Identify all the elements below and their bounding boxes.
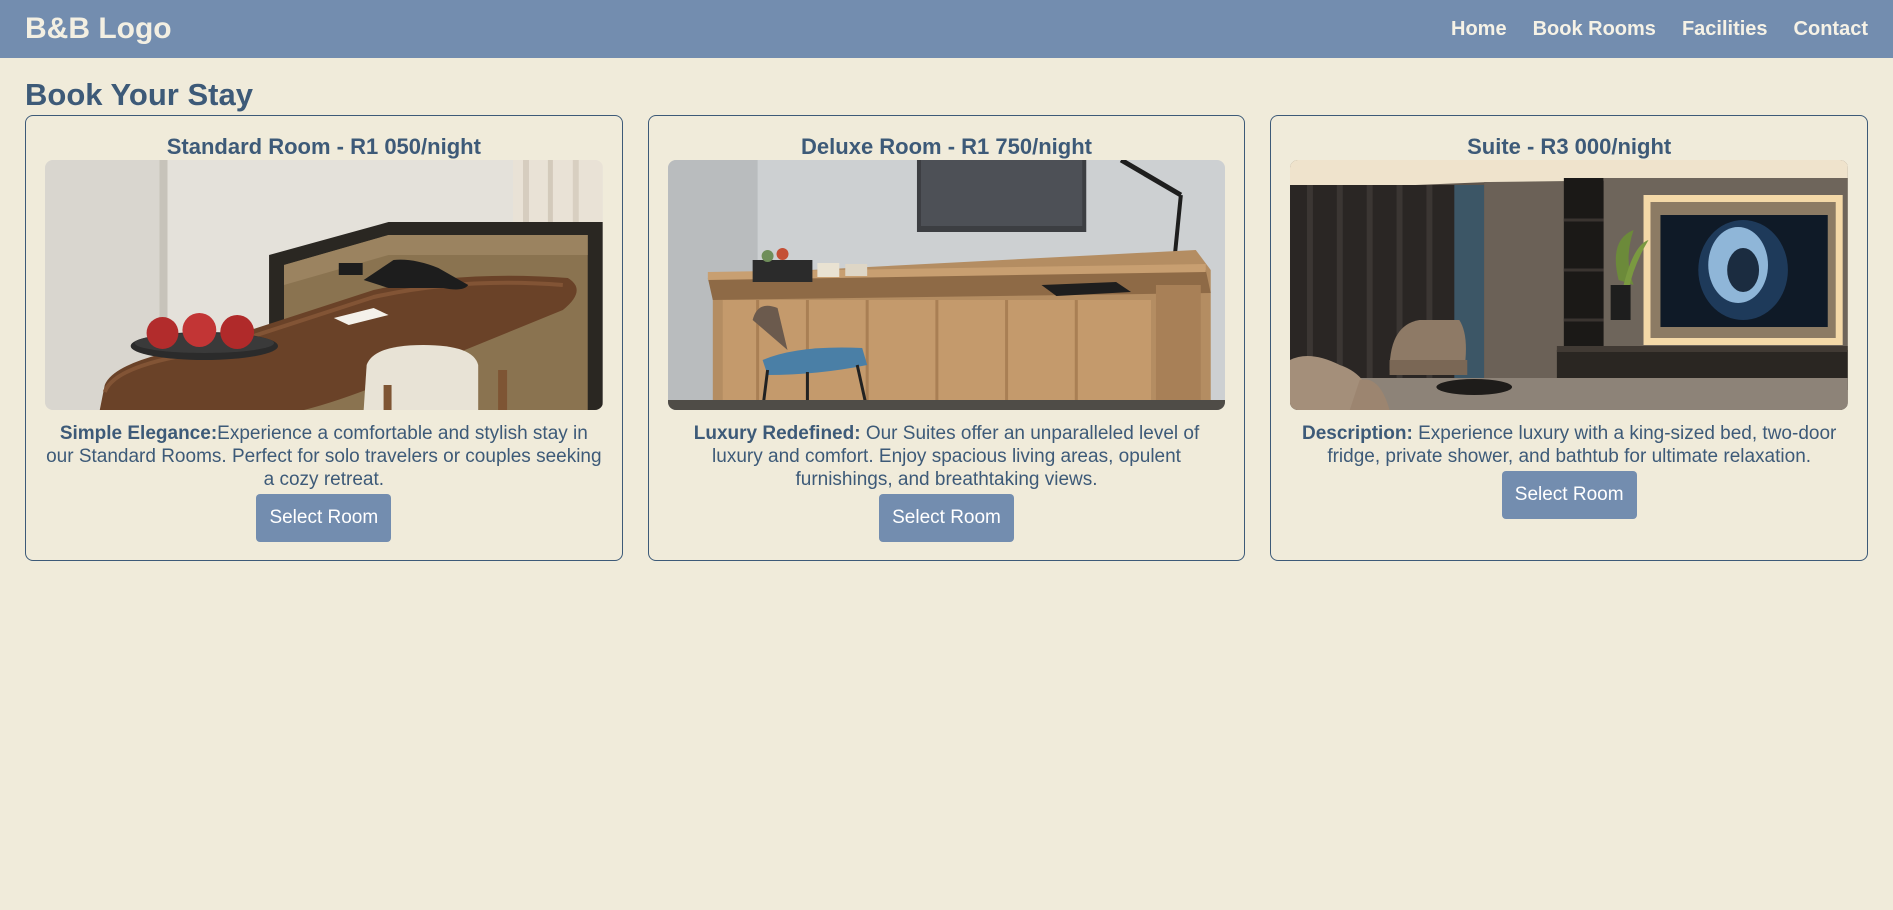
room-description-label: Simple Elegance:	[59, 423, 218, 444]
room-card-suite: Suite - R3 000/night Description: Experi…	[1270, 115, 1869, 561]
room-image-deluxe	[667, 160, 1226, 410]
select-room-button-standard[interactable]: Select Room	[256, 494, 392, 542]
select-room-button-suite[interactable]: Select Room	[1501, 471, 1637, 519]
nav-link-book-rooms[interactable]: Book Rooms	[1533, 18, 1656, 41]
room-title: Standard Room - R1 050/night	[166, 134, 481, 159]
room-card-deluxe: Deluxe Room - R1 750/night Luxury Redefi…	[647, 115, 1246, 561]
nav-link-facilities[interactable]: Facilities	[1682, 18, 1768, 41]
select-room-button-deluxe[interactable]: Select Room	[879, 494, 1014, 542]
nav-link-home[interactable]: Home	[1451, 18, 1507, 41]
nav-links: Home Book Rooms Facilities Contact	[1451, 18, 1868, 41]
navbar: B&B Logo Home Book Rooms Facilities Cont…	[0, 0, 1893, 58]
room-card-standard: Standard Room - R1 050/night Simple Eleg…	[25, 115, 623, 561]
room-description: Description: Experience luxury with a ki…	[1290, 422, 1848, 468]
page-title: Book Your Stay	[25, 77, 253, 112]
room-image-suite	[1290, 160, 1849, 410]
room-description-label: Description:	[1302, 423, 1413, 444]
room-title: Deluxe Room - R1 750/night	[801, 134, 1092, 159]
room-description: Luxury Redefined: Our Suites offer an un…	[668, 422, 1226, 491]
room-title: Suite - R3 000/night	[1467, 134, 1672, 159]
room-description-label: Luxury Redefined:	[693, 423, 861, 444]
room-list: Standard Room - R1 050/night Simple Eleg…	[25, 115, 1869, 561]
site-logo[interactable]: B&B Logo	[25, 12, 172, 46]
room-description: Simple Elegance:Experience a comfortable…	[45, 422, 603, 491]
nav-link-contact[interactable]: Contact	[1794, 18, 1868, 41]
room-image-standard	[45, 160, 603, 410]
